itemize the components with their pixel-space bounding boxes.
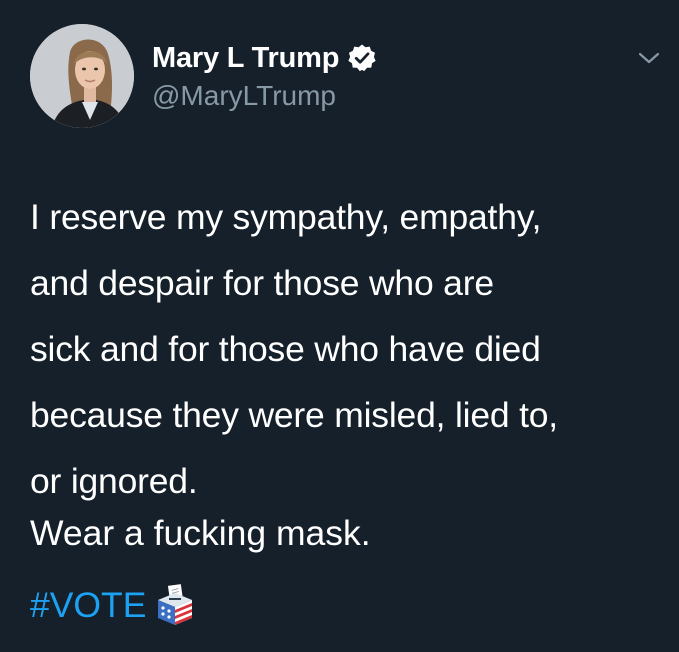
tweet-text-line: and despair for those who are bbox=[30, 263, 494, 303]
tweet-text-line: sick and for those who have died bbox=[30, 329, 541, 369]
hashtag-row: #VOTE bbox=[30, 572, 198, 638]
tweet-text-line: I reserve my sympathy, empathy, bbox=[30, 197, 542, 237]
tweet-card: Mary L Trump @MaryLTrump I reserve my sy… bbox=[0, 0, 679, 652]
avatar[interactable] bbox=[30, 24, 134, 128]
verified-badge-icon bbox=[348, 44, 376, 72]
tweet-text: I reserve my sympathy, empathy, and desp… bbox=[30, 184, 660, 514]
chevron-down-icon[interactable] bbox=[636, 48, 662, 68]
ballot-box-icon bbox=[158, 584, 193, 625]
author-name-row[interactable]: Mary L Trump bbox=[152, 40, 377, 76]
tweet-text-line: because they were misled, lied to, bbox=[30, 395, 558, 435]
display-name[interactable]: Mary L Trump bbox=[152, 42, 339, 75]
tweet-text-paragraph-2: Wear a fucking mask. bbox=[30, 513, 371, 553]
author-handle[interactable]: @MaryLTrump bbox=[152, 80, 336, 112]
hashtag-link[interactable]: #VOTE bbox=[30, 585, 146, 626]
profile-photo bbox=[30, 24, 134, 128]
